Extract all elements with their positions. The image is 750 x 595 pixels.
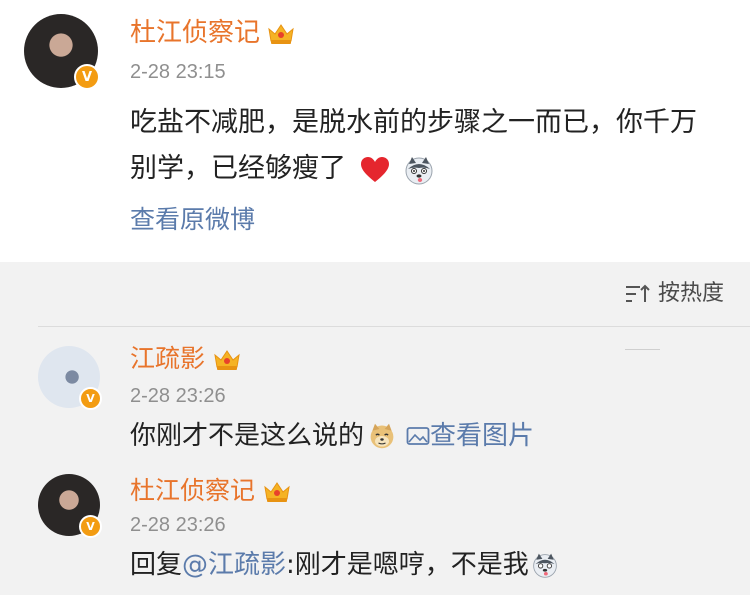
- sort-by-hot-button[interactable]: 按热度: [624, 280, 724, 308]
- husky-emoji-icon: [405, 156, 433, 184]
- divider: [625, 349, 660, 350]
- comment-body: 回复 @江疏影 :刚才是嗯哼，不是我: [130, 548, 559, 582]
- sort-label: 按热度: [657, 281, 724, 306]
- comment-body: 你刚才不是这么说的 查看图片: [130, 419, 534, 453]
- view-picture-label: 查看图片: [430, 421, 535, 451]
- post-timestamp: 2-28 23:15: [130, 61, 226, 83]
- comment-timestamp: 2-28 23:26: [130, 385, 226, 407]
- comment-text: 你刚才不是这么说的: [130, 421, 365, 451]
- comment-avatar[interactable]: V: [38, 474, 102, 538]
- sort-icon: [625, 284, 650, 302]
- comment-author-name[interactable]: 杜江侦察记: [130, 476, 255, 506]
- post-author-name[interactable]: 杜江侦察记: [130, 18, 260, 48]
- member-crown-icon: [264, 482, 290, 502]
- member-crown-icon: [268, 24, 294, 44]
- verified-badge: V: [79, 387, 102, 410]
- doge-emoji-icon: [370, 423, 394, 449]
- reply-text: :刚才是嗯哼，不是我: [286, 550, 529, 580]
- husky-emoji-icon: [532, 553, 557, 578]
- reply-prefix: 回复: [130, 550, 183, 580]
- avatar[interactable]: V: [24, 14, 100, 90]
- heart-emoji-icon: [360, 156, 389, 182]
- picture-icon: [406, 427, 430, 445]
- post-body: 吃盐不减肥，是脱水前的步骤之一而已，你千万别学，已经够瘦了: [130, 100, 720, 192]
- verified-badge: V: [74, 64, 100, 90]
- member-crown-icon: [214, 350, 240, 370]
- view-original-post-link[interactable]: 查看原微博: [130, 205, 255, 235]
- comment-author-name[interactable]: 江疏影: [130, 344, 205, 374]
- comment-avatar[interactable]: V: [38, 346, 102, 410]
- comment-timestamp: 2-28 23:26: [130, 514, 226, 536]
- mention-link[interactable]: @江疏影: [182, 548, 286, 582]
- verified-badge: V: [79, 515, 102, 538]
- original-post: V 杜江侦察记 2-28 23:15 吃盐不减肥，是脱水前的步骤之一而已，你千万…: [0, 0, 750, 262]
- divider: [38, 326, 750, 327]
- view-picture-link[interactable]: 查看图片: [406, 419, 534, 453]
